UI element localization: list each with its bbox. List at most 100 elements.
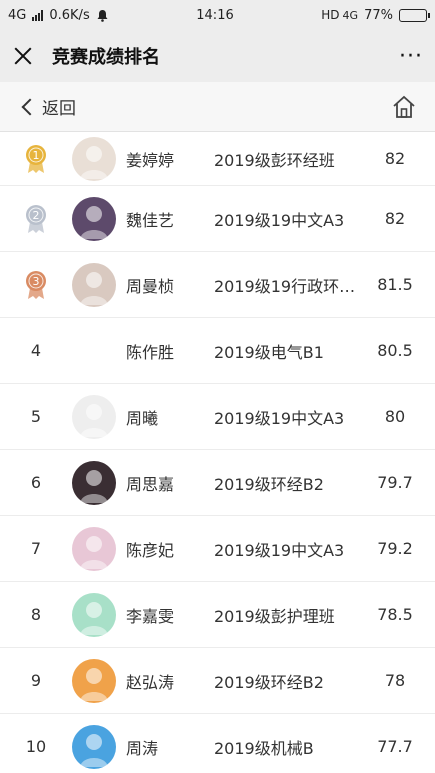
score: 81.5 [377, 275, 413, 294]
score: 80 [384, 407, 406, 426]
class-name: 2019级机械B [214, 738, 314, 758]
student-name: 赵弘涛 [126, 672, 175, 692]
rank-cell: 4 [0, 341, 72, 360]
person-photo-avatar-icon [80, 271, 108, 305]
ranking-row[interactable]: 3 周曼桢 2019级19行政环… 81.5 [0, 252, 435, 318]
more-options-icon[interactable]: ··· [399, 44, 423, 69]
rank-cell: 6 [0, 473, 72, 492]
cartoon-avatar-icon [80, 403, 108, 437]
rank-cell: 5 [0, 407, 72, 426]
score: 78 [384, 671, 406, 690]
title-bar: 竞赛成绩排名 ··· [0, 30, 435, 82]
medal-rank-text: 1 [33, 149, 40, 162]
class-name: 2019级19中文A3 [214, 408, 345, 428]
chevron-left-icon [21, 98, 39, 115]
anime-girl-avatar-icon [80, 535, 108, 569]
rank-cell: 1 [0, 144, 72, 174]
avatar[interactable] [72, 592, 116, 637]
status-right: HD 4G 77% [321, 7, 430, 23]
avatar[interactable] [72, 262, 116, 307]
home-icon [393, 95, 415, 118]
class-name: 2019级环经B2 [214, 474, 324, 494]
avatar[interactable] [72, 724, 116, 769]
score: 78.5 [377, 605, 413, 624]
avatar[interactable] [72, 394, 116, 439]
rank-cell: 3 [0, 270, 72, 300]
bronze-medal-icon: 3 [26, 270, 46, 299]
clock: 14:16 [196, 7, 234, 23]
rank-number: 6 [30, 473, 42, 492]
avatar[interactable] [72, 196, 116, 241]
ranking-row[interactable]: 9 赵弘涛 2019级环经B2 78 [0, 648, 435, 714]
score: 79.7 [377, 473, 413, 492]
avatar[interactable] [72, 658, 116, 703]
notification-bell-icon [97, 9, 108, 22]
student-name: 周曦 [126, 408, 159, 428]
ranking-row[interactable]: 5 周曦 2019级19中文A3 80 [0, 384, 435, 450]
medal-rank-text: 2 [33, 209, 40, 222]
person-photo-avatar-icon [80, 145, 108, 179]
gold-medal-icon: 1 [26, 144, 46, 173]
network-type-2: 4G [342, 8, 359, 22]
status-left: 4G 0.6K/s [8, 8, 109, 23]
student-name: 姜婷婷 [126, 150, 175, 170]
status-bar: 4G 0.6K/s 14:16 HD 4G 77% [0, 0, 435, 30]
score: 82 [384, 209, 406, 228]
close-icon[interactable] [12, 45, 34, 67]
avatar[interactable] [72, 460, 116, 505]
rank-cell: 2 [0, 204, 72, 234]
person-photo-avatar-icon [80, 205, 108, 239]
class-name: 2019级彭环经班 [214, 150, 335, 170]
class-name: 2019级19中文A3 [214, 540, 345, 560]
ranking-row[interactable]: 6 周思嘉 2019级环经B2 79.7 [0, 450, 435, 516]
student-name: 周曼桢 [126, 276, 175, 296]
ranking-row[interactable]: 2 魏佳艺 2019级19中文A3 82 [0, 186, 435, 252]
class-name: 2019级19中文A3 [214, 210, 345, 230]
rank-cell: 9 [0, 671, 72, 690]
score: 82 [384, 149, 406, 168]
rank-number: 7 [30, 539, 42, 558]
student-name: 周涛 [126, 738, 159, 758]
network-type: 4G [8, 7, 27, 23]
student-name: 李嘉雯 [126, 606, 175, 626]
rank-number: 8 [30, 605, 42, 624]
avatar[interactable] [72, 136, 116, 181]
rank-cell: 7 [0, 539, 72, 558]
class-name: 2019级彭护理班 [214, 606, 335, 626]
score: 77.7 [377, 737, 413, 756]
ranking-row[interactable]: 10 周涛 2019级机械B 77.7 [0, 714, 435, 773]
rank-number: 10 [25, 737, 47, 756]
ranking-row[interactable]: 1 姜婷婷 2019级彭环经班 82 [0, 132, 435, 186]
score: 79.2 [377, 539, 413, 558]
rank-number: 4 [30, 341, 42, 360]
silver-medal-icon: 2 [26, 204, 46, 233]
nav-bar: 返回 [0, 82, 435, 132]
medal-rank-text: 3 [33, 275, 40, 288]
ranking-row[interactable]: 4 陈作胜 2019级电气B1 80.5 [0, 318, 435, 384]
class-name: 2019级环经B2 [214, 672, 324, 692]
rank-cell: 10 [0, 737, 72, 756]
avatar[interactable] [72, 328, 116, 373]
avatar[interactable] [72, 526, 116, 571]
student-name: 陈彦妃 [126, 540, 175, 560]
rank-cell: 8 [0, 605, 72, 624]
student-name: 陈作胜 [126, 342, 175, 362]
back-button[interactable]: 返回 [21, 94, 76, 119]
rank-number: 5 [30, 407, 42, 426]
pikachu-avatar-icon [80, 337, 108, 371]
luffy-avatar-icon [80, 667, 108, 701]
ranking-row[interactable]: 8 李嘉雯 2019级彭护理班 78.5 [0, 582, 435, 648]
home-button[interactable] [391, 94, 417, 120]
battery-percent: 77% [364, 7, 393, 23]
page-title: 竞赛成绩排名 [52, 47, 160, 68]
student-name: 魏佳艺 [126, 210, 175, 230]
ranking-list: 1 姜婷婷 2019级彭环经班 82 2 魏佳艺 2019级19中文A3 82 3 周曼桢 2019… [0, 132, 435, 773]
student-name: 周思嘉 [126, 474, 175, 494]
rank-number: 9 [30, 671, 42, 690]
stitch-avatar-icon [80, 733, 108, 767]
battery-icon [398, 8, 430, 22]
anime-girl-avatar-icon [80, 469, 108, 503]
back-label: 返回 [42, 99, 76, 119]
score: 80.5 [377, 341, 413, 360]
ranking-row[interactable]: 7 陈彦妃 2019级19中文A3 79.2 [0, 516, 435, 582]
